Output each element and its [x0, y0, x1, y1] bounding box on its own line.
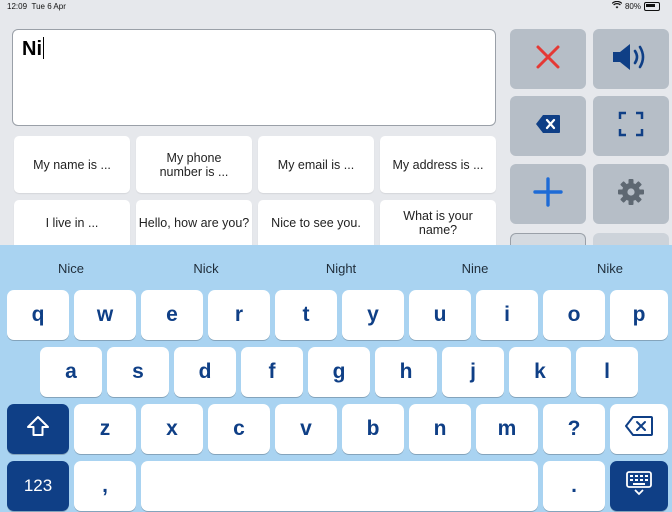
key-r[interactable]: r — [208, 290, 270, 340]
shift-icon — [26, 415, 50, 443]
key-m[interactable]: m — [476, 404, 538, 454]
key-h[interactable]: h — [375, 347, 437, 397]
phrase-my-phone[interactable]: My phone number is ... — [136, 136, 252, 193]
key-y[interactable]: y — [342, 290, 404, 340]
key-j[interactable]: j — [442, 347, 504, 397]
speak-button[interactable] — [593, 29, 669, 89]
suggestion-2[interactable]: Nick — [193, 261, 218, 276]
onscreen-keyboard: Nice Nick Night Nine Nike q w e r t y u … — [0, 245, 672, 512]
key-question-mark[interactable]: ? — [543, 404, 605, 454]
phrase-my-email[interactable]: My email is ... — [258, 136, 374, 193]
phrase-nice-to-see-you[interactable]: Nice to see you. — [258, 200, 374, 245]
key-x[interactable]: x — [141, 404, 203, 454]
key-u[interactable]: u — [409, 290, 471, 340]
suggestion-5[interactable]: Nike — [597, 261, 623, 276]
key-v[interactable]: v — [275, 404, 337, 454]
phrase-hello[interactable]: Hello, how are you? — [136, 200, 252, 245]
key-d[interactable]: d — [174, 347, 236, 397]
suggestion-4[interactable]: Nine — [462, 261, 489, 276]
key-period[interactable]: . — [543, 461, 605, 511]
key-o[interactable]: o — [543, 290, 605, 340]
key-comma[interactable]: , — [74, 461, 136, 511]
key-i[interactable]: i — [476, 290, 538, 340]
text-caret — [43, 37, 44, 59]
settings-button[interactable] — [593, 164, 669, 224]
message-text: Ni — [22, 38, 42, 60]
key-c[interactable]: c — [208, 404, 270, 454]
add-phrase-button[interactable] — [510, 164, 586, 224]
key-q[interactable]: q — [7, 290, 69, 340]
phrase-my-name[interactable]: My name is ... — [14, 136, 130, 193]
phrase-i-live-in[interactable]: I live in ... — [14, 200, 130, 245]
clear-button[interactable] — [510, 29, 586, 89]
backspace-icon — [535, 114, 561, 139]
battery-icon — [644, 1, 660, 11]
gear-icon — [616, 177, 646, 212]
key-f[interactable]: f — [241, 347, 303, 397]
fullscreen-icon — [618, 111, 644, 142]
keyboard-dismiss-key[interactable] — [610, 461, 668, 511]
plus-icon — [533, 176, 563, 212]
status-indicators: 80% — [611, 0, 660, 11]
key-g[interactable]: g — [308, 347, 370, 397]
keyboard-dismiss-icon — [625, 470, 653, 502]
speaker-icon — [611, 42, 651, 77]
status-time: 12:09 Tue 6 Apr — [7, 2, 66, 11]
message-text-area[interactable]: Ni — [12, 29, 496, 126]
battery-percent: 80% — [624, 1, 641, 11]
numbers-key[interactable]: 123 — [7, 461, 69, 511]
phrase-what-is-your-name[interactable]: What is your name? — [380, 200, 496, 245]
fullscreen-button[interactable] — [593, 96, 669, 156]
key-p[interactable]: p — [610, 290, 668, 340]
key-t[interactable]: t — [275, 290, 337, 340]
suggestion-1[interactable]: Nice — [58, 261, 84, 276]
key-w[interactable]: w — [74, 290, 136, 340]
key-n[interactable]: n — [409, 404, 471, 454]
wifi-icon — [611, 0, 623, 11]
key-a[interactable]: a — [40, 347, 102, 397]
key-k[interactable]: k — [509, 347, 571, 397]
close-x-icon — [535, 44, 561, 75]
suggestion-3[interactable]: Night — [326, 261, 356, 276]
key-e[interactable]: e — [141, 290, 203, 340]
delete-key-icon — [624, 415, 654, 443]
key-b[interactable]: b — [342, 404, 404, 454]
phrase-my-address[interactable]: My address is ... — [380, 136, 496, 193]
shift-key[interactable] — [7, 404, 69, 454]
space-bar[interactable] — [141, 461, 538, 511]
key-l[interactable]: l — [576, 347, 638, 397]
key-z[interactable]: z — [74, 404, 136, 454]
delete-key[interactable] — [610, 404, 668, 454]
backspace-button[interactable] — [510, 96, 586, 156]
key-s[interactable]: s — [107, 347, 169, 397]
